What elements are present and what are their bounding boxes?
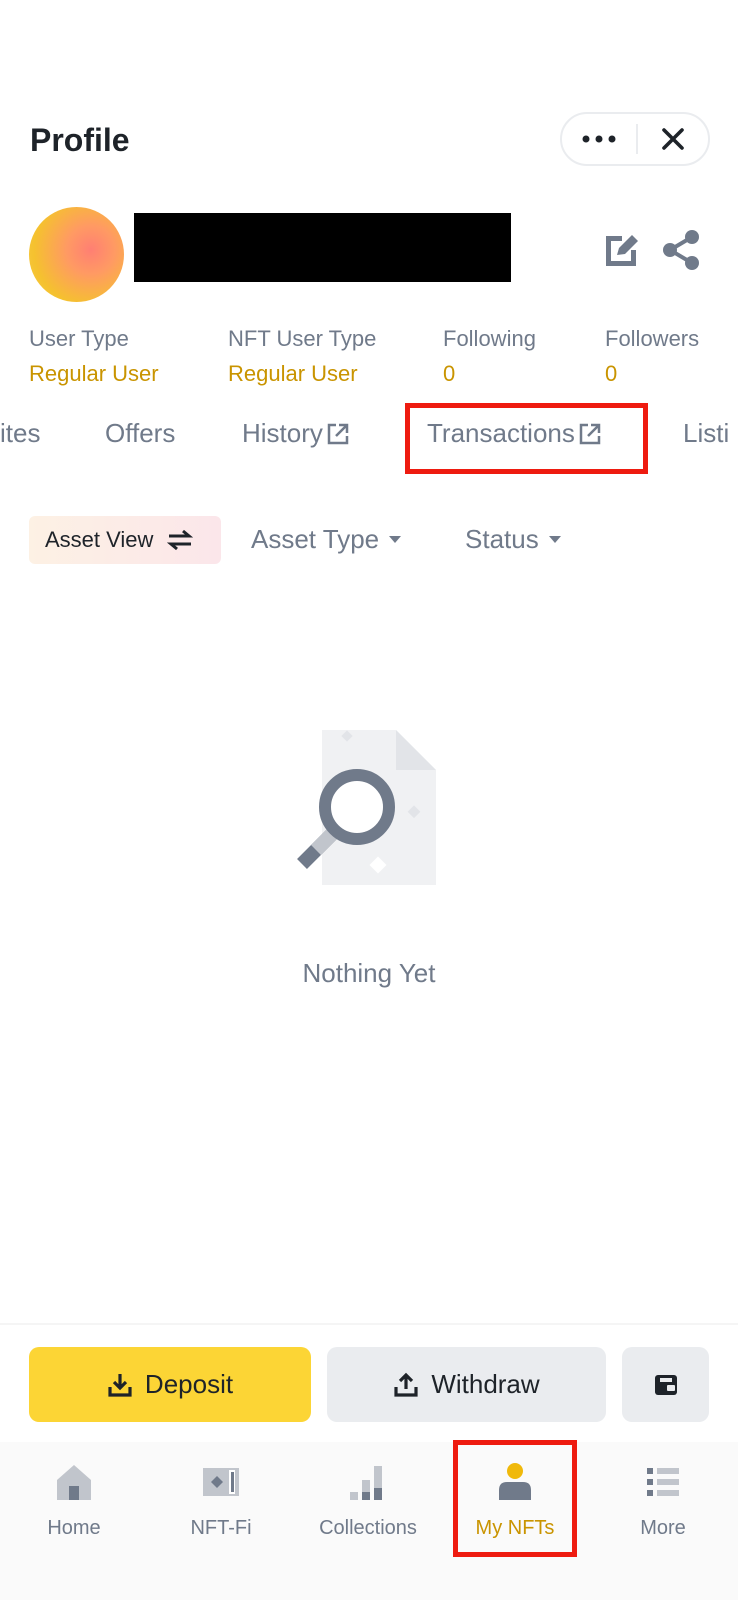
share-button[interactable]: [660, 228, 704, 272]
asset-type-label: Asset Type: [251, 524, 380, 554]
nav-nft-fi[interactable]: NFT-Fi: [147, 1442, 295, 1562]
share-icon: [663, 230, 699, 270]
stat-following[interactable]: Following 0: [443, 326, 536, 387]
caret-down-icon: [548, 536, 561, 543]
download-icon: [108, 1373, 132, 1397]
asset-view-toggle[interactable]: Asset View: [29, 516, 221, 564]
username-redacted: [134, 213, 511, 282]
nav-label: NFT-Fi: [190, 1517, 252, 1539]
withdraw-label: Withdraw: [431, 1369, 540, 1399]
tab-label: History: [242, 418, 323, 448]
edit-icon: [606, 235, 638, 266]
avatar[interactable]: [29, 207, 124, 302]
my-nfts-icon: [499, 1463, 531, 1500]
more-icon: [582, 135, 616, 143]
tab-favorites[interactable]: ites: [0, 418, 40, 449]
tab-label: ites: [0, 418, 41, 448]
stat-followers[interactable]: Followers 0: [605, 326, 699, 387]
stat-label: NFT User Type: [228, 326, 377, 351]
tab-label: Listi: [683, 418, 730, 448]
nav-home[interactable]: Home: [0, 1442, 148, 1562]
stat-value: 0: [443, 361, 456, 386]
stat-nft-user-type: NFT User Type Regular User: [228, 326, 376, 387]
tab-offers[interactable]: Offers: [105, 418, 175, 449]
upload-icon: [394, 1372, 418, 1397]
home-icon: [57, 1465, 91, 1500]
nav-more[interactable]: More: [589, 1442, 737, 1562]
nav-my-nfts[interactable]: My NFTs: [441, 1442, 589, 1562]
withdraw-button[interactable]: Withdraw: [327, 1347, 606, 1422]
header: Profile: [0, 0, 738, 200]
wallet-button[interactable]: [622, 1347, 709, 1422]
tab-label: Transactions: [427, 418, 575, 448]
stat-label: Following: [443, 326, 536, 351]
caret-down-icon: [389, 536, 402, 543]
bottom-nav: Home NFT-Fi Collections My NFTs More: [0, 1442, 738, 1600]
external-link-icon: [327, 423, 349, 444]
close-icon: [662, 128, 684, 150]
status-label: Status: [465, 524, 539, 554]
nav-label: My NFTs: [475, 1517, 555, 1539]
asset-view-label: Asset View: [45, 527, 154, 552]
stat-value: 0: [605, 361, 618, 386]
stat-value: Regular User: [228, 361, 358, 386]
tab-label: Offers: [105, 418, 176, 448]
stat-label: Followers: [605, 326, 700, 351]
nft-fi-icon: [203, 1468, 239, 1496]
header-actions-pill: [560, 112, 710, 166]
profile-tabs: ites Offers History Transactions Listi: [0, 400, 738, 470]
stat-value: Regular User: [29, 361, 159, 386]
swap-icon: [167, 529, 194, 551]
deposit-label: Deposit: [144, 1369, 234, 1399]
collections-icon: [350, 1466, 382, 1500]
tab-transactions[interactable]: Transactions: [427, 418, 601, 449]
nav-label: More: [640, 1517, 686, 1539]
empty-state-text: Nothing Yet: [302, 958, 436, 988]
external-link-icon: [579, 423, 601, 444]
empty-search-icon: [297, 730, 436, 885]
nav-label: Collections: [319, 1517, 417, 1539]
wallet-icon: [654, 1374, 677, 1395]
tab-history[interactable]: History: [242, 418, 349, 449]
tab-listings[interactable]: Listi: [683, 418, 729, 449]
nav-collections[interactable]: Collections: [294, 1442, 442, 1562]
more-list-icon: [647, 1468, 679, 1496]
stat-user-type: User Type Regular User: [29, 326, 159, 387]
close-button[interactable]: [638, 114, 708, 164]
status-dropdown[interactable]: Status: [465, 524, 561, 555]
stat-label: User Type: [29, 326, 129, 351]
edit-profile-button[interactable]: [600, 228, 644, 272]
action-bar-divider: [0, 1323, 738, 1325]
deposit-button[interactable]: Deposit: [29, 1347, 311, 1422]
more-button[interactable]: [562, 114, 636, 164]
nav-label: Home: [47, 1517, 101, 1539]
asset-type-dropdown[interactable]: Asset Type: [251, 524, 402, 555]
page-title: Profile: [30, 122, 130, 158]
